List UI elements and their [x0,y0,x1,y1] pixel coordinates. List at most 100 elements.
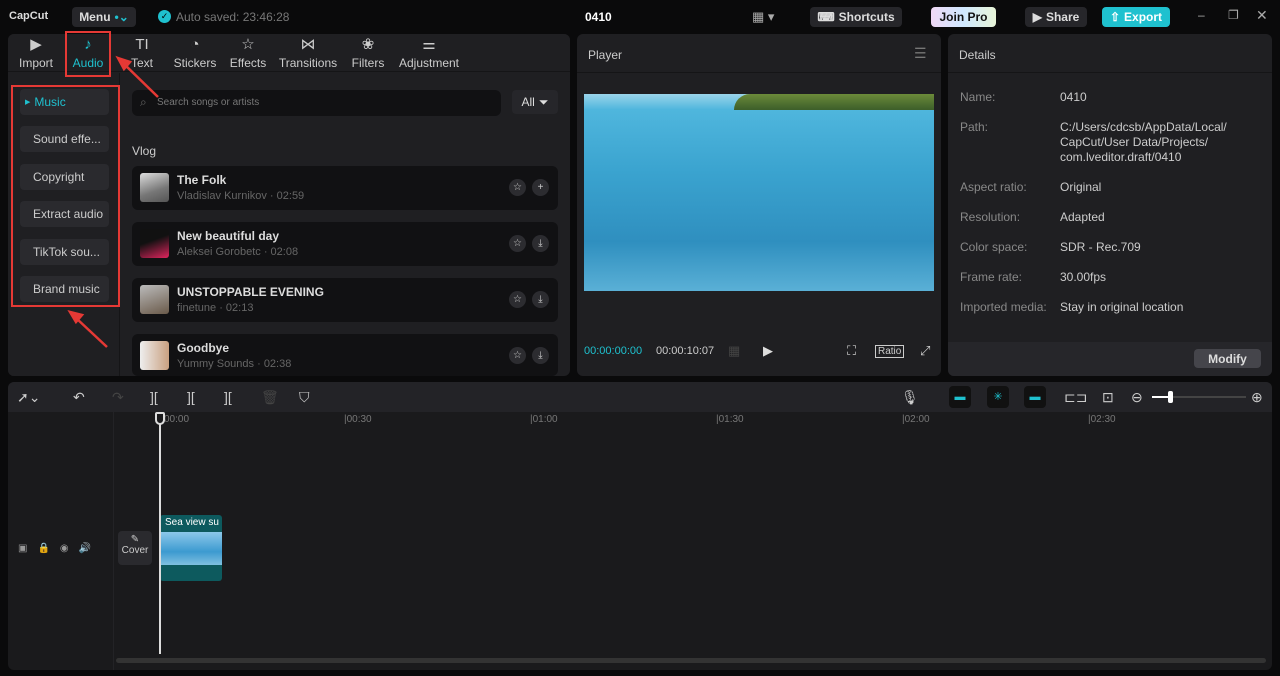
speaker-icon[interactable]: 🔊 [79,543,101,554]
clip-label: Sea view su [165,517,219,528]
playhead[interactable] [159,414,161,654]
keyboard-icon: ⌨ [817,10,835,24]
detail-value: Stay in original location [1060,300,1184,314]
redo-icon[interactable]: ↷ [112,389,124,406]
lock-icon[interactable]: 🔒 [37,543,59,554]
video-preview[interactable] [584,94,934,291]
shortcuts-button[interactable]: ⌨ Shortcuts [810,7,902,27]
track-controls: ▣🔒◉🔊 [18,543,101,554]
microphone-icon[interactable]: 🎙 [901,389,919,406]
zoom-fit-timeline-icon[interactable]: ⊡ [1102,389,1114,406]
tab-label: Adjustment [398,56,460,70]
divider [948,72,1272,73]
detail-label: Aspect ratio: [960,180,1027,194]
playhead-handle[interactable] [155,412,165,425]
zoom-in-icon[interactable]: ⊕ [1251,389,1263,406]
favorite-icon[interactable]: ☆ [509,179,526,196]
zoom-out-icon[interactable]: ⊖ [1131,389,1143,406]
detail-label: Imported media: [960,300,1047,314]
favorite-icon[interactable]: ☆ [509,291,526,308]
time-tick: |02:30 [1088,414,1116,425]
detail-value: SDR - Rec.709 [1060,240,1141,254]
filters-icon: ❀ [361,36,375,53]
audio-meter-icon: ▦ [728,343,741,358]
favorite-icon[interactable]: ☆ [509,347,526,364]
modify-button[interactable]: Modify [1194,349,1261,368]
cover-label: Cover [121,545,149,556]
layout-icon[interactable]: ▦ ▾ [752,9,774,25]
time-tick: 00:00 [164,414,190,425]
favorite-icon[interactable]: ☆ [509,235,526,252]
track-video-icon[interactable]: ▣ [18,543,37,554]
preview-axis-icon[interactable]: ▬ [1024,386,1046,408]
marker-icon[interactable]: ⛉ [299,389,310,406]
detail-value: 0410 [1060,90,1087,104]
detail-label: Resolution: [960,210,1021,224]
export-label: Export [1124,10,1163,24]
fullscreen-icon[interactable]: ⤢ [920,343,930,359]
download-icon[interactable]: ⤓ [532,291,549,308]
current-time: 00:00:00:00 [584,345,643,357]
zoom-slider-handle[interactable] [1168,391,1173,403]
tab-transitions[interactable]: ⋈ Transitions [278,34,338,72]
add-icon[interactable]: + [532,179,549,196]
tab-label: Transitions [278,56,338,70]
join-pro-button[interactable]: Join Pro [931,7,996,27]
share-icon: ▶ [1032,10,1042,24]
divider [577,72,941,73]
auto-snap-icon[interactable]: ▬ [949,386,971,408]
zoom-slider[interactable] [1152,391,1246,403]
video-clip[interactable]: Sea view su [160,515,222,581]
share-label: Share [1045,10,1080,24]
split-left-icon[interactable]: ][ [187,389,195,405]
tab-adjustment[interactable]: ⚌ Adjustment [396,34,462,72]
export-button[interactable]: ⇧ Export [1102,7,1170,27]
player-menu-icon[interactable]: ☰ [914,45,927,62]
cover-button[interactable]: ✎ Cover [118,531,152,565]
time-tick: |00:30 [344,414,372,425]
island-graphic [734,94,934,110]
download-icon[interactable]: ⤓ [532,347,549,364]
time-tick: |01:30 [716,414,744,425]
split-screen-icon[interactable]: ⊏⊐ [1064,389,1087,406]
minimize-icon[interactable]: – [1198,8,1205,22]
filter-label: All [521,95,535,109]
edit-icon: ✎ [130,534,140,545]
filter-button[interactable]: All ⏷ [512,90,558,114]
undo-icon[interactable]: ↶ [73,389,85,406]
project-title: 0410 [585,10,612,24]
adjustment-icon: ⚌ [422,36,436,53]
share-button[interactable]: ▶ Share [1025,7,1087,27]
detail-value: C:/Users/cdcsb/AppData/Local/ CapCut/Use… [1060,120,1227,164]
restore-icon[interactable]: ❐ [1228,8,1239,22]
download-icon[interactable]: ⤓ [532,235,549,252]
close-icon[interactable]: ✕ [1256,7,1268,24]
tab-label: Effects [229,56,267,70]
effects-icon: ☆ [241,36,255,53]
eye-icon[interactable]: ◉ [60,543,79,554]
time-tick: |01:00 [530,414,558,425]
detail-label: Path: [960,120,989,134]
player-title: Player [588,48,623,62]
clip-thumbnail [160,532,222,565]
detail-label: Name: [960,90,996,104]
detail-value: Original [1060,180,1102,194]
divider [113,412,114,670]
player-panel: Player ☰ 00:00:00:00 00:00:10:07 ▦ ▶ ⛶ R… [577,34,941,376]
play-icon[interactable]: ▶ [763,343,773,359]
transitions-icon: ⋈ [300,36,316,53]
ratio-button[interactable]: Ratio [875,345,905,358]
zoom-fit-icon[interactable]: ⛶ [847,343,856,359]
filter-icon: ⏷ [538,94,549,109]
select-tool-icon[interactable]: ➚⌄ [17,389,40,406]
upload-icon: ⇧ [1109,10,1121,24]
horizontal-scrollbar[interactable] [116,658,1266,663]
linkage-icon[interactable]: ✳ [987,386,1009,408]
tab-filters[interactable]: ❀ Filters [346,34,390,72]
arrow-annotations [67,55,159,348]
total-time: 00:00:10:07 [656,345,715,357]
split-icon[interactable]: ][ [150,389,158,405]
tab-effects[interactable]: ☆ Effects [225,34,271,72]
split-right-icon[interactable]: ][ [224,389,232,405]
delete-icon[interactable]: 🗑 [261,389,279,406]
